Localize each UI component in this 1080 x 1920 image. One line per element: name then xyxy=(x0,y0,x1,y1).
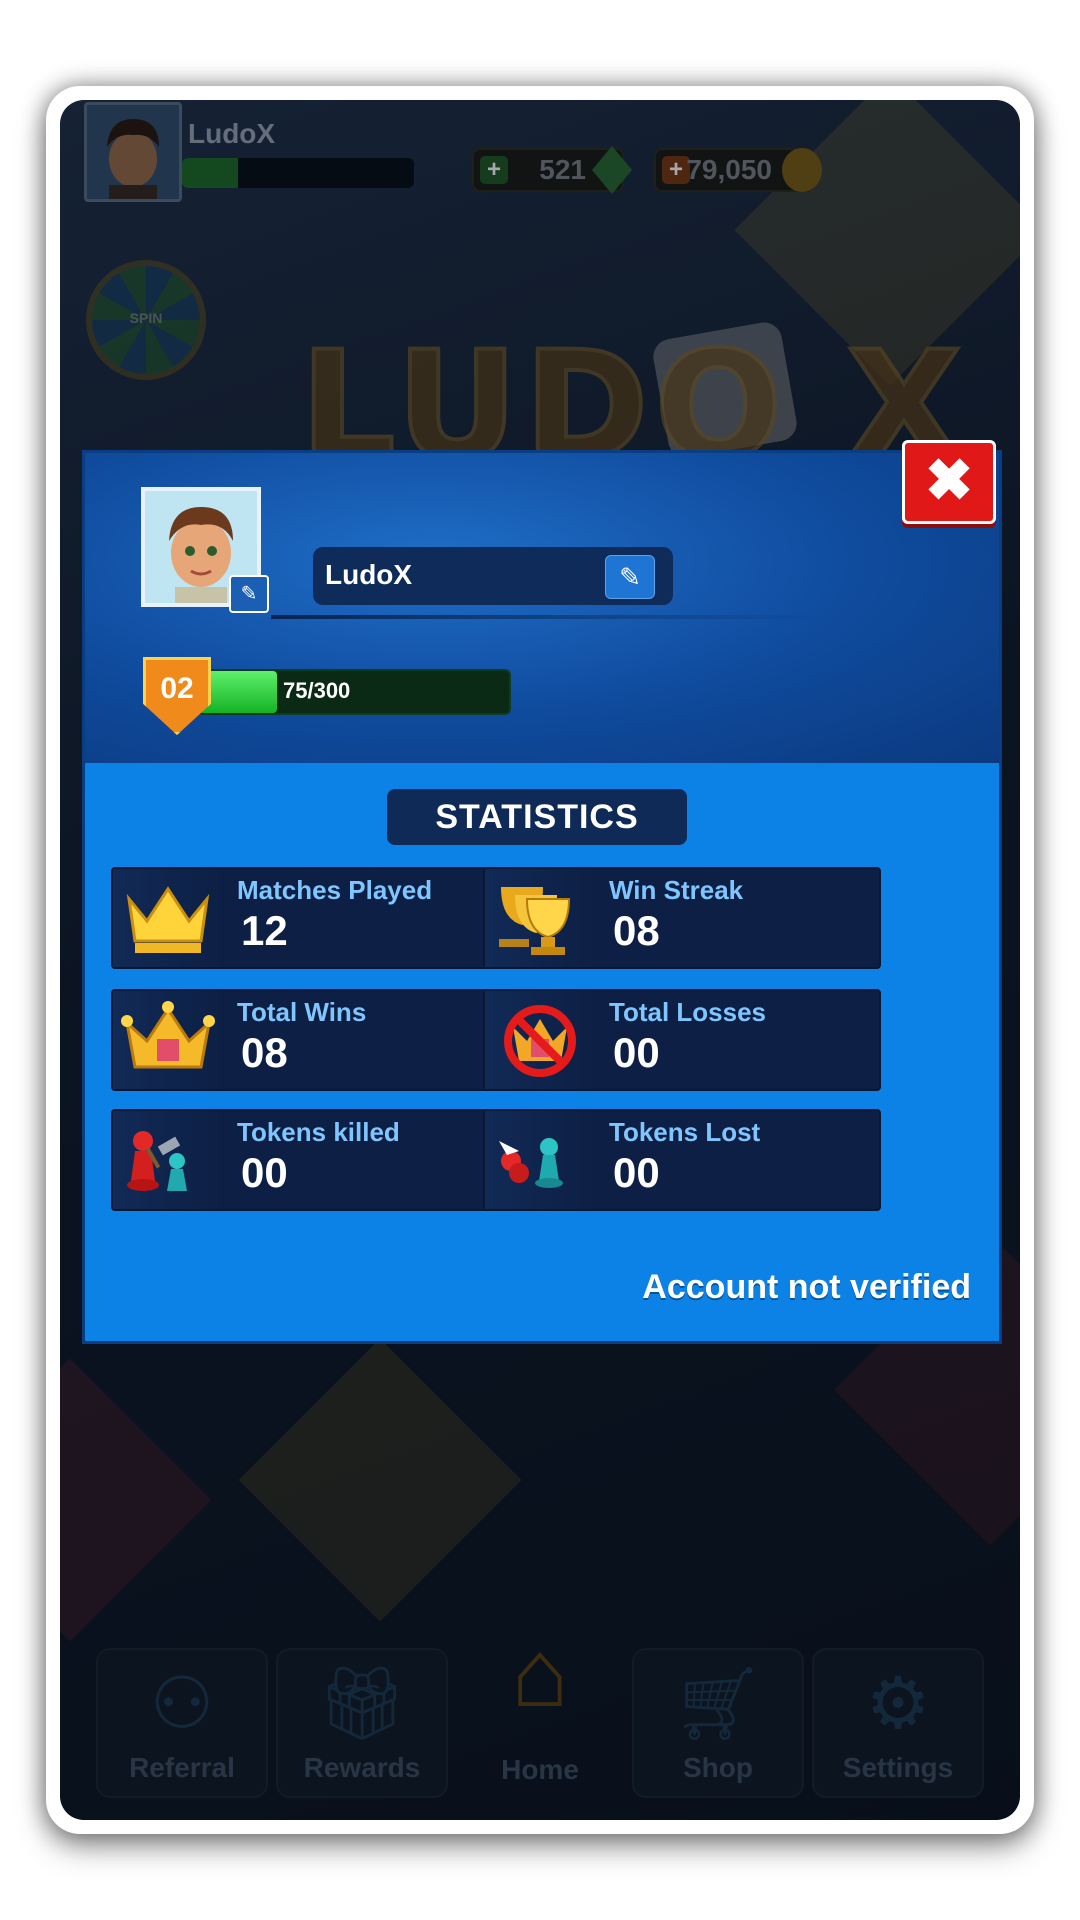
stat-icon-cell xyxy=(113,1111,223,1209)
crown-icon xyxy=(126,886,210,953)
pencil-icon: ✎ xyxy=(619,562,641,592)
profile-header: ✎ LudoX ✎ 75/300 02 xyxy=(85,453,999,763)
stat-win-streak: Win Streak 08 xyxy=(483,867,881,969)
xp-bar: 75/300 xyxy=(197,669,511,715)
divider xyxy=(271,615,831,619)
profile-panel: ✎ LudoX ✎ 75/300 02 STATISTICS Matches P… xyxy=(82,450,1002,1344)
stat-value: 12 xyxy=(241,907,288,954)
close-icon: ✖ xyxy=(924,448,974,513)
close-button[interactable]: ✖ xyxy=(902,440,996,524)
statistics-title: STATISTICS xyxy=(387,789,687,845)
hammer-token-icon xyxy=(127,1131,187,1191)
broken-token-icon xyxy=(499,1138,563,1188)
statistics-section: STATISTICS Matches Played 12 Win Streak … xyxy=(85,763,999,1341)
name-edit-button[interactable]: ✎ xyxy=(605,555,655,599)
stat-value: 00 xyxy=(241,1149,288,1196)
no-crown-icon xyxy=(504,1005,576,1077)
stat-icon-cell xyxy=(485,1111,595,1209)
account-status: Account not verified xyxy=(642,1268,971,1306)
stat-icon-cell xyxy=(485,991,595,1089)
stat-value: 00 xyxy=(613,1029,660,1076)
stat-matches-played: Matches Played 12 xyxy=(111,867,509,969)
stat-value: 08 xyxy=(241,1029,288,1076)
stat-label: Win Streak xyxy=(609,875,744,905)
level-badge: 02 xyxy=(143,657,211,735)
stat-icon-cell xyxy=(485,869,595,967)
stat-label: Total Wins xyxy=(237,997,367,1027)
jeweled-crown-icon xyxy=(121,1001,215,1069)
profile-name: LudoX xyxy=(325,559,413,590)
stat-label: Matches Played xyxy=(237,875,433,905)
stat-tokens-killed: Tokens killed 00 xyxy=(111,1109,509,1211)
stat-label: Total Losses xyxy=(609,997,767,1027)
trophy-icon xyxy=(499,887,571,955)
stat-total-losses: Total Losses 00 xyxy=(483,989,881,1091)
stat-icon-cell xyxy=(113,869,223,967)
pencil-icon: ✎ xyxy=(240,583,258,605)
stat-icon-cell xyxy=(113,991,223,1089)
avatar-edit-button[interactable]: ✎ xyxy=(229,575,269,613)
stat-label: Tokens killed xyxy=(237,1117,400,1147)
xp-text: 75/300 xyxy=(283,678,351,703)
stat-total-wins: Total Wins 08 xyxy=(111,989,509,1091)
stat-value: 00 xyxy=(613,1149,660,1196)
stat-tokens-lost: Tokens Lost 00 xyxy=(483,1109,881,1211)
stat-label: Tokens Lost xyxy=(609,1117,761,1147)
stat-value: 08 xyxy=(613,907,660,954)
name-field[interactable]: LudoX ✎ xyxy=(313,547,673,605)
